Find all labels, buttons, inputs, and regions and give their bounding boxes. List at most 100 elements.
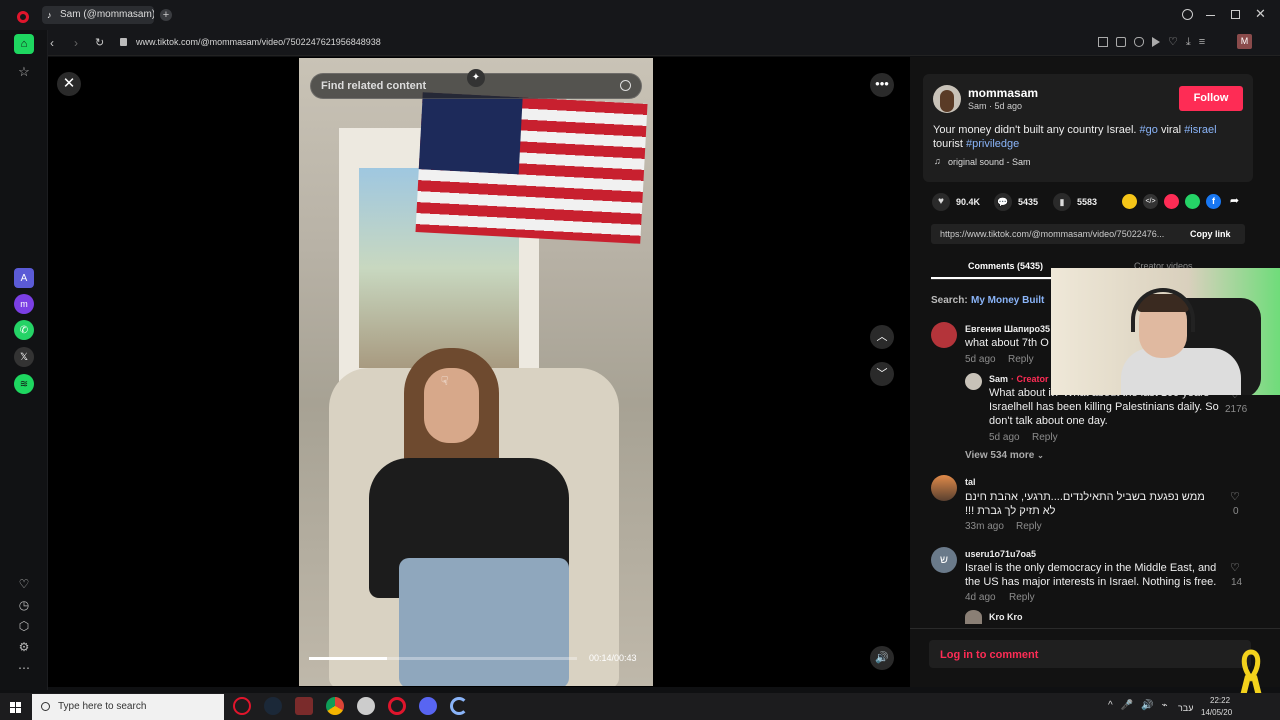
shield-icon[interactable] (1134, 37, 1144, 47)
like-button[interactable]: ♥ (932, 193, 950, 211)
maximize-button[interactable] (1231, 10, 1240, 19)
comment-author[interactable]: Евгения Шапиро35 (965, 324, 1050, 334)
menu-icon[interactable]: ≡ (1199, 37, 1205, 49)
close-window-button[interactable]: ✕ (1255, 6, 1266, 22)
windows-start-icon[interactable] (10, 702, 21, 713)
video-player[interactable]: 00:14/00:43 (299, 58, 653, 686)
new-tab-button[interactable]: + (160, 9, 172, 21)
login-to-comment-link[interactable]: Log in to comment (940, 649, 1038, 661)
search-icon[interactable] (620, 80, 631, 91)
url-field[interactable]: www.tiktok.com/@mommasam/video/750224762… (136, 37, 381, 47)
opera-logo-icon[interactable] (17, 11, 29, 23)
reply-author-avatar[interactable] (965, 373, 982, 390)
chevron-down-icon: ⌄ (1037, 451, 1044, 460)
reply-button[interactable]: Reply (1009, 592, 1035, 603)
opera-icon[interactable] (388, 697, 406, 715)
commenter-avatar[interactable] (931, 475, 957, 501)
extensions-icon[interactable]: ⬡ (14, 616, 34, 636)
network-icon[interactable]: ⌁ (1162, 700, 1168, 711)
reload-icon[interactable]: ↻ (95, 36, 104, 49)
tab-comments[interactable]: Comments (5435) (968, 261, 1043, 271)
next-video-button[interactable]: ﹀ (870, 362, 894, 386)
mic-icon[interactable]: 🎤 (1121, 700, 1133, 711)
messenger-icon[interactable]: m (14, 294, 34, 314)
commenter-avatar[interactable]: ש (931, 547, 957, 573)
author-username[interactable]: mommasam (968, 86, 1038, 100)
whatsapp-share-icon[interactable] (1185, 194, 1200, 209)
send-icon[interactable] (1164, 194, 1179, 209)
app-icon[interactable] (233, 697, 251, 715)
reply-author-avatar[interactable] (965, 610, 982, 624)
previous-video-button[interactable]: ︿ (870, 325, 894, 349)
share-icons: </> f ➦ (1122, 194, 1242, 209)
more-options-icon[interactable]: ••• (870, 73, 894, 97)
reply-date: 5d ago (989, 432, 1020, 443)
back-icon[interactable]: ‹ (50, 36, 54, 50)
search-query-link[interactable]: My Money Built (971, 295, 1044, 306)
comment-count: 5435 (1018, 197, 1039, 207)
reply-button[interactable]: Reply (1008, 354, 1034, 365)
search-tabs-icon[interactable] (1182, 9, 1193, 20)
play-icon[interactable] (1152, 37, 1160, 47)
comment-button[interactable]: 💬 (994, 193, 1012, 211)
reply-author[interactable]: Kro Kro (989, 612, 1023, 622)
profile-avatar[interactable]: M (1237, 34, 1252, 49)
comment-author[interactable]: tal (965, 477, 976, 487)
taskbar-search-input[interactable]: Type here to search (32, 694, 224, 720)
chevron-up-icon[interactable]: ^ (1108, 700, 1113, 711)
whatsapp-icon[interactable]: ✆ (14, 320, 34, 340)
app-icon[interactable] (357, 697, 375, 715)
save-button[interactable]: ▮ (1053, 193, 1071, 211)
steam-icon[interactable] (264, 697, 282, 715)
clock-time[interactable]: 22:22 (1210, 696, 1230, 705)
heart-outline-icon[interactable]: ♡ (1230, 561, 1240, 574)
american-flag (415, 92, 648, 244)
minimize-button[interactable] (1206, 15, 1215, 16)
reply-author[interactable]: Sam (989, 374, 1008, 384)
close-icon[interactable]: ✕ (57, 72, 81, 96)
download-icon[interactable]: ⤓ (1186, 37, 1191, 49)
hashtag-go[interactable]: #go (1140, 124, 1158, 136)
camera-icon[interactable] (1116, 37, 1126, 47)
history-icon[interactable]: ◷ (14, 595, 34, 615)
home-icon[interactable]: ⌂ (14, 34, 34, 54)
more-icon[interactable]: ⋯ (14, 658, 34, 678)
heart-outline-icon[interactable]: ♡ (1230, 490, 1240, 503)
video-progress-track[interactable] (309, 657, 577, 660)
settings-icon[interactable]: ⚙ (14, 637, 34, 657)
embed-icon[interactable]: </> (1143, 194, 1158, 209)
reply-button[interactable]: Reply (1016, 521, 1042, 532)
sound-link[interactable]: original sound - Sam (948, 157, 1031, 167)
reply-reply-button[interactable]: Reply (1032, 432, 1058, 443)
heart-icon[interactable]: ♡ (1168, 37, 1178, 49)
speaker-icon[interactable]: 🔊 (1141, 700, 1153, 711)
chrome-icon[interactable] (326, 697, 344, 715)
edit-icon[interactable] (1098, 37, 1108, 47)
facebook-share-icon[interactable]: f (1206, 194, 1221, 209)
hashtag-israel[interactable]: #israel (1184, 124, 1216, 136)
copy-link-button[interactable]: Copy link (1190, 229, 1231, 239)
view-more-replies[interactable]: View 534 more ⌄ (965, 450, 1044, 461)
app-icon[interactable] (295, 697, 313, 715)
input-language[interactable]: עבר (1178, 703, 1193, 713)
heart-icon[interactable]: ♡ (14, 574, 34, 594)
volume-icon[interactable]: 🔊 (870, 646, 894, 670)
discord-icon[interactable] (419, 697, 437, 715)
save-count: 5583 (1077, 197, 1098, 207)
share-arrow-icon[interactable]: ➦ (1227, 194, 1242, 209)
star-icon[interactable]: ☆ (14, 62, 34, 82)
spotify-icon[interactable]: ≋ (14, 374, 34, 394)
forward-icon[interactable]: › (74, 36, 78, 50)
clock-date[interactable]: 14/05/20 (1201, 708, 1232, 717)
follow-button[interactable]: Follow (1179, 86, 1243, 111)
sparkle-icon[interactable]: ✦ (467, 69, 485, 87)
comment-author[interactable]: useru1o71u7oa5 (965, 549, 1036, 559)
author-avatar[interactable] (933, 85, 961, 113)
x-icon[interactable]: 𝕏 (14, 347, 34, 367)
app-icon[interactable] (450, 697, 468, 715)
aria-icon[interactable]: A (14, 268, 34, 288)
commenter-avatar[interactable] (931, 322, 957, 348)
browser-tab[interactable]: ♪ Sam (@mommasam) | (42, 6, 154, 24)
emoji-icon[interactable] (1122, 194, 1137, 209)
hashtag-priviledge[interactable]: #priviledge (966, 138, 1019, 150)
